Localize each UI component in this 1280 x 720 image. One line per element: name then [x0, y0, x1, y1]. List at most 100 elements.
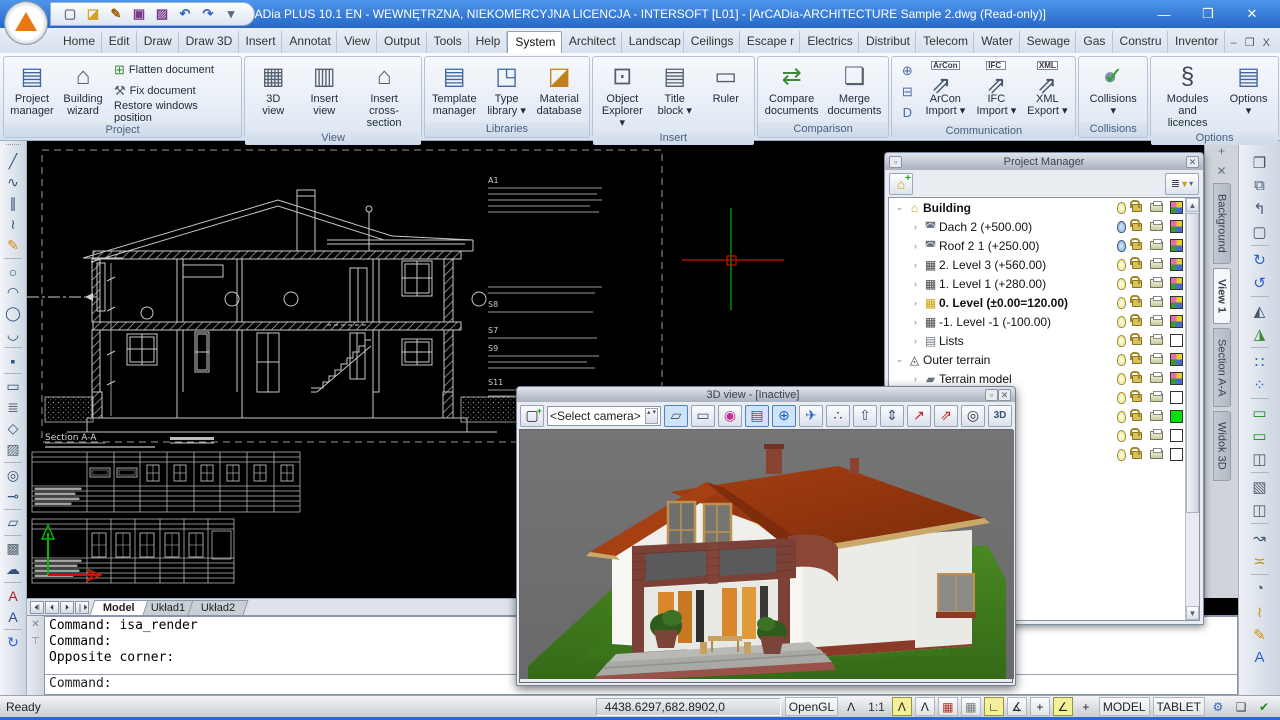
crosshair-button[interactable]: +	[1030, 697, 1050, 716]
orbit-button[interactable]: ⊕	[772, 405, 796, 427]
view-tab-widok-3d[interactable]: Widok 3D	[1213, 411, 1231, 481]
building-wizard-button[interactable]: ⌂Building wizard	[58, 59, 108, 123]
view-tab-view-1[interactable]: View 1	[1213, 268, 1231, 324]
opening-tool-button[interactable]: ◫	[1247, 447, 1273, 470]
materials-button[interactable]: ▤	[745, 405, 769, 427]
camera-select[interactable]: <Select camera>▴ ▾	[547, 406, 661, 426]
ribbon-tab-view[interactable]: View	[337, 31, 377, 53]
ribbon-tab-water[interactable]: Water	[974, 31, 1019, 53]
print-icon[interactable]	[1150, 355, 1163, 364]
restore-windows-button[interactable]: Restore windows position	[111, 103, 236, 121]
visibility-bulb-icon[interactable]	[1117, 278, 1126, 290]
ribbon-tab-system[interactable]: System	[507, 31, 561, 53]
array-path-button[interactable]: ⁘	[1247, 373, 1273, 396]
lock-icon[interactable]	[1132, 242, 1142, 250]
entity-snap-button[interactable]: Λ	[892, 697, 912, 716]
multiline-tool-button[interactable]: ≣	[2, 397, 24, 418]
color-swatch[interactable]	[1170, 220, 1183, 233]
lock-icon[interactable]	[1132, 432, 1142, 440]
print-icon[interactable]	[1150, 317, 1163, 326]
ribbon-tab-draw-3d[interactable]: Draw 3D	[179, 31, 239, 53]
options-button[interactable]: ▤Options ▾	[1222, 59, 1275, 131]
print-icon[interactable]	[1150, 336, 1163, 345]
pin-command-icon[interactable]: ⊤	[31, 636, 40, 647]
ifc-import-button[interactable]: IFC⇗IFC Import ▾	[971, 59, 1021, 124]
lock-icon[interactable]	[1132, 204, 1142, 212]
visibility-bulb-icon[interactable]	[1117, 202, 1126, 214]
layout-tab-układ2[interactable]: Układ2	[188, 600, 249, 615]
lock-icon[interactable]	[1132, 223, 1142, 231]
expand-chevron-icon[interactable]: ›	[909, 222, 922, 232]
polyline-tool-button[interactable]: ∿	[2, 172, 24, 193]
tree-row[interactable]: ›▤Lists	[889, 331, 1199, 350]
doc-minimize-button[interactable]: –	[1231, 37, 1237, 49]
tablet-button[interactable]: TABLET	[1153, 697, 1205, 716]
plus-button[interactable]: +	[1076, 697, 1096, 716]
tree-row[interactable]: ⌄◬Outer terrain	[889, 350, 1199, 369]
scroll-down-icon[interactable]: ▼	[1186, 606, 1199, 620]
color-swatch[interactable]	[1170, 353, 1183, 366]
presentation-button[interactable]: ⊟	[896, 82, 918, 101]
add-camera-button[interactable]: ▢+	[520, 405, 544, 427]
ribbon-tab-tools[interactable]: Tools	[427, 31, 469, 53]
visibility-bulb-icon[interactable]	[1117, 392, 1126, 404]
cascade-windows-icon[interactable]: ❏	[1231, 697, 1251, 716]
scroll-up-icon[interactable]: ▲	[1186, 198, 1199, 212]
color-swatch[interactable]	[1170, 334, 1183, 347]
lock-icon[interactable]	[1132, 394, 1142, 402]
close-command-icon[interactable]: ✕	[31, 619, 39, 630]
view-axis-button[interactable]: ↗	[907, 405, 931, 427]
expand-chevron-icon[interactable]: ›	[909, 317, 922, 327]
layout-tab-model[interactable]: Model	[90, 600, 149, 615]
expand-chevron-icon[interactable]: ›	[909, 279, 922, 289]
spinner-icon[interactable]: ▴ ▾	[645, 408, 658, 424]
grid-snap-button[interactable]: ▦	[938, 697, 958, 716]
copy-multiple-button[interactable]: ⧉	[1247, 174, 1273, 197]
edit-sketch-button[interactable]: ✎	[1247, 623, 1273, 646]
lock-icon[interactable]	[1132, 318, 1142, 326]
visibility-bulb-icon[interactable]	[1117, 297, 1126, 309]
save-icon[interactable]: ▣	[130, 5, 148, 23]
ribbon-tab-constru[interactable]: Constru	[1113, 31, 1168, 53]
ribbon-tab-landscap[interactable]: Landscap	[622, 31, 684, 53]
sketch-tool-button[interactable]: ✎	[2, 235, 24, 256]
insert-view-button[interactable]: ▥Insert view	[299, 59, 349, 131]
color-swatch[interactable]	[1170, 201, 1183, 214]
lock-icon[interactable]	[1132, 299, 1142, 307]
double-line-tool-button[interactable]: ∥	[2, 193, 24, 214]
ellipse-tool-button[interactable]: ◯	[2, 303, 24, 324]
mirror-copy-button[interactable]: ◮	[1247, 322, 1273, 345]
fillet-button[interactable]: ◔	[1247, 577, 1273, 600]
ribbon-tab-insert[interactable]: Insert	[239, 31, 283, 53]
collisions-button[interactable]: ●✓Collisions ▾	[1082, 59, 1144, 122]
panel-button[interactable]: ◫	[1247, 498, 1273, 521]
last-layout-button[interactable]: ❘⏵	[75, 601, 89, 614]
tree-row[interactable]: ›▦0. Level (±0.00=120.00)	[889, 293, 1199, 312]
ribbon-tab-ceilings[interactable]: Ceilings	[684, 31, 740, 53]
print-icon[interactable]	[1150, 412, 1163, 421]
material-database-button[interactable]: ◪Material database	[533, 59, 586, 122]
spline-tool-button[interactable]: ≀	[2, 214, 24, 235]
add-building-button[interactable]: ⌂+	[889, 173, 913, 195]
merge-documents-button[interactable]: ❏Merge documents	[824, 59, 886, 122]
filter-button[interactable]: ≣▼▾	[1165, 173, 1199, 195]
lock-icon[interactable]	[1132, 451, 1142, 459]
storey-up-button[interactable]: ⇧	[853, 405, 877, 427]
settings-gear-icon[interactable]: ⚙	[1208, 697, 1228, 716]
ribbon-tab-electrics[interactable]: Electrics	[800, 31, 859, 53]
visibility-bulb-icon[interactable]	[1117, 411, 1126, 423]
new-file-icon[interactable]: ▢	[61, 5, 79, 23]
angle-button[interactable]: ∠	[1053, 697, 1073, 716]
scroll-thumb[interactable]	[1186, 213, 1199, 513]
view3d-render[interactable]	[519, 429, 1013, 683]
mtext-tool-button[interactable]: A	[2, 606, 24, 627]
visibility-bulb-icon[interactable]	[1117, 430, 1126, 442]
model-space-button[interactable]: MODEL	[1099, 697, 1150, 716]
arcadia-pen-icon[interactable]: ✎	[107, 5, 125, 23]
flyby-button[interactable]: ✈	[799, 405, 823, 427]
box-3d-button[interactable]: ▧	[1247, 475, 1273, 498]
print-icon[interactable]	[1150, 241, 1163, 250]
print-icon[interactable]	[1150, 222, 1163, 231]
visibility-bulb-icon[interactable]	[1117, 354, 1126, 366]
ribbon-tab-home[interactable]: Home	[56, 31, 102, 53]
